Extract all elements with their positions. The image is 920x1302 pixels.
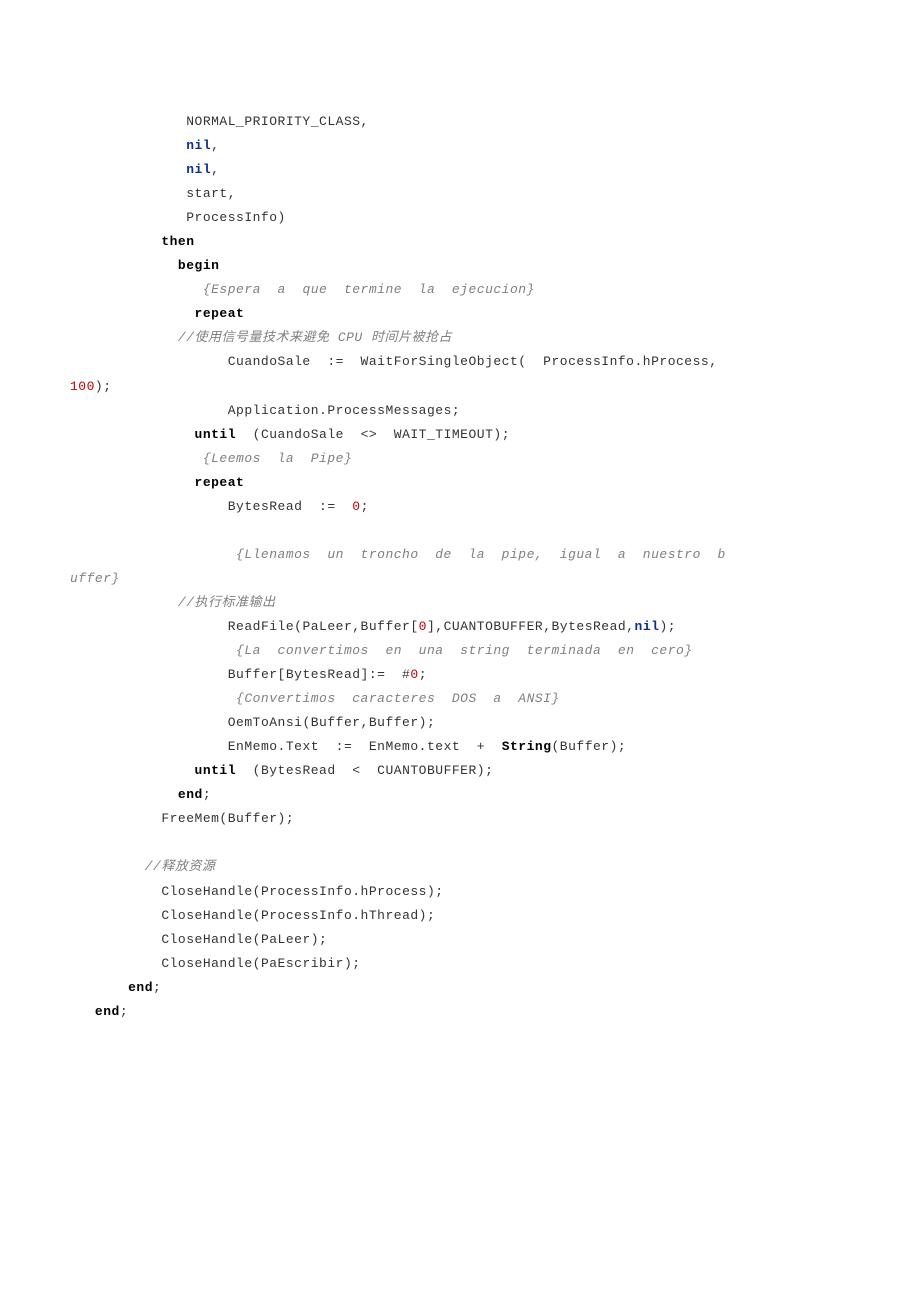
code-line: {Llenamos un troncho de la pipe, igual a… [70, 543, 850, 567]
code-token: CloseHandle(PaEscribir); [161, 956, 360, 971]
code-token: ; [203, 787, 211, 802]
code-line: //释放资源 [70, 855, 850, 879]
code-token: CloseHandle(ProcessInfo.hProcess); [161, 884, 443, 899]
code-token: //释放资源 [145, 859, 216, 874]
code-line: CloseHandle(PaEscribir); [70, 952, 850, 976]
code-token: //执行标准输出 [178, 595, 276, 610]
code-token: then [161, 234, 194, 249]
code-line-wrap: 100); [70, 375, 850, 399]
code-token: {Convertimos caracteres DOS a ANSI} [236, 691, 560, 706]
code-line: FreeMem(Buffer); [70, 807, 850, 831]
code-token: ; [120, 1004, 128, 1019]
code-line: then [70, 230, 850, 254]
code-token: {Llenamos un troncho de la pipe, igual a… [70, 547, 726, 562]
code-token: end [128, 980, 153, 995]
code-token: until [195, 763, 237, 778]
code-line: nil, [70, 134, 850, 158]
code-token: Buffer[BytesRead]:= # [228, 667, 411, 682]
code-token: ; [419, 667, 427, 682]
code-line: {Convertimos caracteres DOS a ANSI} [70, 687, 850, 711]
code-line: {Espera a que termine la ejecucion} [70, 278, 850, 302]
code-token: CuandoSale := WaitForSingleObject( Proce… [70, 354, 734, 369]
code-token: 0 [419, 619, 427, 634]
code-token: uffer} [70, 571, 120, 586]
code-token: {Leemos la Pipe} [203, 451, 352, 466]
code-token: 0 [352, 499, 360, 514]
code-line: repeat [70, 302, 850, 326]
code-line: //使用信号量技术来避免 CPU 时间片被抢占 [70, 326, 850, 350]
code-token: CloseHandle(PaLeer); [161, 932, 327, 947]
code-token: ],CUANTOBUFFER,BytesRead, [427, 619, 635, 634]
code-token: nil [186, 162, 211, 177]
code-line: {Leemos la Pipe} [70, 447, 850, 471]
code-token: , [211, 138, 219, 153]
code-token: begin [178, 258, 220, 273]
code-token: BytesRead := [228, 499, 353, 514]
code-line: Application.ProcessMessages; [70, 399, 850, 423]
code-token: {La convertimos en una string terminada … [236, 643, 693, 658]
code-token: ; [361, 499, 369, 514]
code-token: nil [186, 138, 211, 153]
code-line: end; [70, 783, 850, 807]
code-token: 0 [410, 667, 418, 682]
code-line: begin [70, 254, 850, 278]
code-line: ProcessInfo) [70, 206, 850, 230]
code-line: repeat [70, 471, 850, 495]
code-token: ); [95, 379, 112, 394]
code-token: 100 [70, 379, 95, 394]
code-token: NORMAL_PRIORITY_CLASS, [186, 114, 369, 129]
code-line: end; [70, 1000, 850, 1024]
code-token: FreeMem(Buffer); [161, 811, 294, 826]
code-line: until (BytesRead < CUANTOBUFFER); [70, 759, 850, 783]
code-token: Application.ProcessMessages; [228, 403, 460, 418]
code-line: BytesRead := 0; [70, 495, 850, 519]
code-line: //执行标准输出 [70, 591, 850, 615]
code-document: NORMAL_PRIORITY_CLASS, nil, nil, start, … [0, 0, 920, 1084]
code-token: nil [635, 619, 660, 634]
code-line: Buffer[BytesRead]:= #0; [70, 663, 850, 687]
code-token: String [502, 739, 552, 754]
code-token: {Espera a que termine la ejecucion} [203, 282, 535, 297]
code-line: CloseHandle(ProcessInfo.hThread); [70, 904, 850, 928]
code-token: until [195, 427, 237, 442]
code-line-wrap: uffer} [70, 567, 850, 591]
code-line: CloseHandle(ProcessInfo.hProcess); [70, 880, 850, 904]
code-line: until (CuandoSale <> WAIT_TIMEOUT); [70, 423, 850, 447]
code-line: CuandoSale := WaitForSingleObject( Proce… [70, 350, 850, 374]
code-token: , [211, 162, 219, 177]
code-line: ReadFile(PaLeer,Buffer[0],CUANTOBUFFER,B… [70, 615, 850, 639]
code-token: ); [659, 619, 676, 634]
code-token: start, [186, 186, 236, 201]
code-line: NORMAL_PRIORITY_CLASS, [70, 110, 850, 134]
blank-line [70, 519, 850, 543]
code-token: (Buffer); [552, 739, 627, 754]
code-line: CloseHandle(PaLeer); [70, 928, 850, 952]
code-token: repeat [195, 475, 245, 490]
code-line: start, [70, 182, 850, 206]
blank-line [70, 831, 850, 855]
code-token: OemToAnsi(Buffer,Buffer); [228, 715, 436, 730]
code-line: {La convertimos en una string terminada … [70, 639, 850, 663]
code-token: repeat [195, 306, 245, 321]
code-line: OemToAnsi(Buffer,Buffer); [70, 711, 850, 735]
code-token: end [178, 787, 203, 802]
code-token: (BytesRead < CUANTOBUFFER); [236, 763, 493, 778]
code-token: EnMemo.Text := EnMemo.text + [228, 739, 502, 754]
code-line: EnMemo.Text := EnMemo.text + String(Buff… [70, 735, 850, 759]
code-token: (CuandoSale <> WAIT_TIMEOUT); [236, 427, 510, 442]
code-token: //使用信号量技术来避免 CPU 时间片被抢占 [178, 330, 452, 345]
code-token: end [95, 1004, 120, 1019]
code-line: end; [70, 976, 850, 1000]
code-token: ; [153, 980, 161, 995]
code-token: ReadFile(PaLeer,Buffer[ [228, 619, 419, 634]
code-token: CloseHandle(ProcessInfo.hThread); [161, 908, 435, 923]
code-line: nil, [70, 158, 850, 182]
code-token: ProcessInfo) [186, 210, 286, 225]
